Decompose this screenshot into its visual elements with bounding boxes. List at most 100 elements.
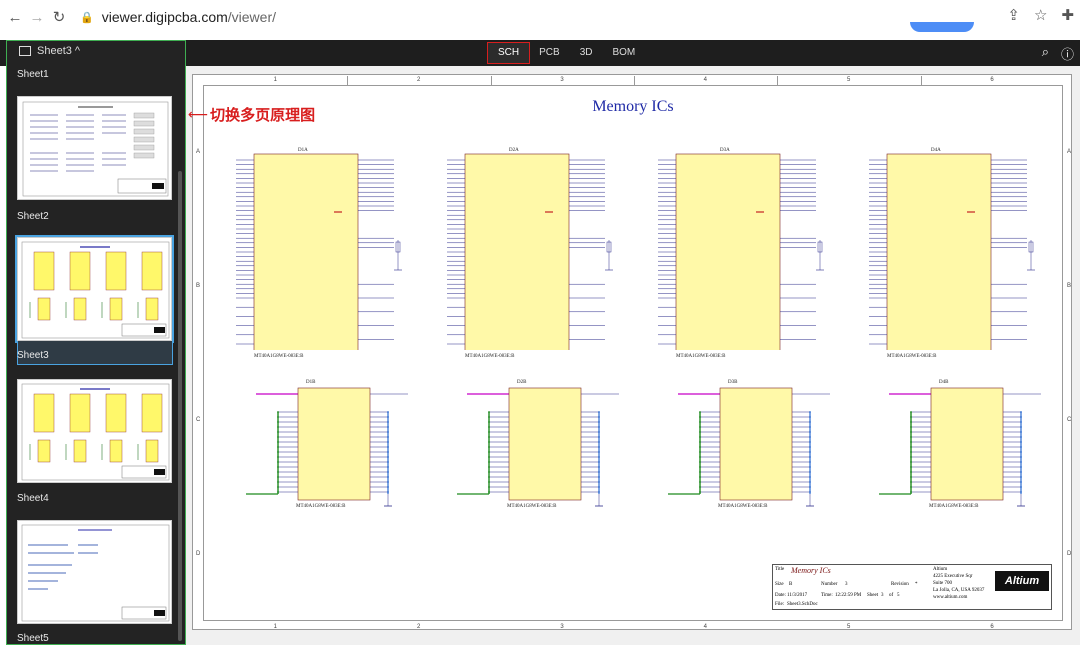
sheet-item-1-label[interactable]: Sheet1 <box>7 63 173 85</box>
browser-nav: ← → ↻ <box>4 6 70 28</box>
zone-right-A: A <box>1067 149 1072 155</box>
tab-sch[interactable]: SCH <box>486 42 531 64</box>
ic-part-number: MT40A1G8WE-083E:B <box>718 504 768 509</box>
ic-top-D3A[interactable] <box>640 130 840 350</box>
reload-icon[interactable]: ↻ <box>48 6 70 28</box>
sheet-value: 3 <box>881 593 884 598</box>
sheet-selector-button[interactable]: Sheet3 ^ <box>19 45 80 57</box>
of-value: 5 <box>897 593 900 598</box>
back-icon[interactable]: ← <box>4 6 26 28</box>
address-bar[interactable]: 🔒 viewer.digipcba.com/viewer/ <box>80 9 276 25</box>
viewer-actions: ⌕ ⓘ <box>1042 44 1074 63</box>
zone-left-B: B <box>196 283 201 289</box>
zone-tick <box>490 76 492 86</box>
ic-designator: D2A <box>509 148 519 153</box>
address-3: La Jolla, CA, USA 92037 <box>933 588 985 593</box>
zone-tick <box>634 76 635 86</box>
ic-part-number: MT40A1G8WE-083E:B <box>507 504 557 509</box>
zone-top-6: 6 <box>990 77 994 83</box>
title-block: Title Memory ICs Size B Number 3 Revisio… <box>772 564 1052 610</box>
ic-top-D2A[interactable] <box>429 130 629 350</box>
search-icon[interactable]: ⌕ <box>1042 44 1049 63</box>
sheet-title: Memory ICs <box>592 98 674 115</box>
sheet-thumbnail-4[interactable] <box>17 379 172 483</box>
ic-designator: D3A <box>720 148 730 153</box>
thumbnail-5-graphic <box>21 524 170 622</box>
ic-part-number: MT40A1G8WE-083E:B <box>465 354 515 359</box>
of-label: of <box>889 593 894 598</box>
zone-right-D: D <box>1067 551 1072 557</box>
sheet-list-panel: Sheet3 ^ Sheet1 Sheet2 Sheet3 Sheet4 She… <box>6 40 186 645</box>
title-label: Title <box>775 567 785 572</box>
sheet-item-3-label[interactable]: Sheet3 <box>7 344 173 366</box>
ic-designator: D4A <box>931 148 941 153</box>
tab-3d[interactable]: 3D <box>570 43 603 63</box>
ic-designator: D3B <box>728 380 738 385</box>
forward-icon[interactable]: → <box>26 6 48 28</box>
tab-bom[interactable]: BOM <box>602 43 645 63</box>
zone-tick <box>347 76 349 86</box>
zone-tick <box>920 76 922 86</box>
zone-bottom-6: 6 <box>990 624 994 630</box>
altium-logo: Altium <box>995 571 1049 591</box>
view-tabs: SCH PCB 3D BOM <box>486 42 645 64</box>
profile-pill[interactable] <box>910 22 974 32</box>
lock-icon: 🔒 <box>80 11 94 24</box>
sheet-thumbnail-5[interactable] <box>17 520 172 624</box>
sheet-thumbnail-3[interactable] <box>15 235 174 343</box>
zone-bottom-3: 3 <box>560 624 564 630</box>
thumbnail-3-graphic <box>21 241 170 339</box>
revision-label: Revision <box>891 582 909 587</box>
zone-top-1: 1 <box>273 77 277 83</box>
sheet-icon <box>19 46 31 56</box>
address-1: 4225 Executive Sqr <box>933 574 973 579</box>
ic-bottom-D1B[interactable] <box>238 382 438 522</box>
zone-right-B: B <box>1067 283 1072 289</box>
ic-designator: D1B <box>306 380 316 385</box>
zone-bottom-1: 1 <box>273 624 277 630</box>
date-value: 11/3/2017 <box>787 593 808 598</box>
browser-actions: ⇪ ☆ ✚ <box>1007 6 1074 24</box>
sheet-thumbnail-2[interactable] <box>17 96 172 200</box>
share-icon[interactable]: ⇪ <box>1007 6 1020 24</box>
sheet-item-5-label[interactable]: Sheet5 <box>7 627 173 644</box>
size-value: B <box>789 582 793 587</box>
file-value: Sheet3.SchDoc <box>787 602 818 607</box>
tab-pcb[interactable]: PCB <box>529 43 570 63</box>
zone-top-2: 2 <box>417 77 421 83</box>
sidebar-scrollbar[interactable] <box>178 171 182 641</box>
time-value: 12:22:59 PM <box>835 593 862 598</box>
zone-top-5: 5 <box>847 77 851 83</box>
address-2: Suite 700 <box>933 581 953 586</box>
sheet-item-2-label[interactable]: Sheet2 <box>7 205 173 227</box>
ic-bottom-D4B[interactable] <box>871 382 1071 522</box>
size-label: Size <box>775 582 784 587</box>
ic-designator: D2B <box>517 380 527 385</box>
ic-top-D4A[interactable] <box>851 130 1051 350</box>
ic-bottom-D3B[interactable] <box>660 382 860 522</box>
ic-designator: D4B <box>939 380 949 385</box>
thumbnail-4-graphic <box>21 383 170 481</box>
sheet-item-4-label[interactable]: Sheet4 <box>7 487 173 509</box>
annotation-text: 切换多页原理图 <box>210 106 316 124</box>
thumbnail-2-graphic <box>22 101 169 197</box>
url-path: /viewer/ <box>227 9 276 25</box>
ic-designator: D1A <box>298 148 308 153</box>
ic-part-number: MT40A1G8WE-083E:B <box>676 354 726 359</box>
file-label: File: <box>775 602 785 607</box>
time-label: Time: <box>821 593 833 598</box>
extensions-icon[interactable]: ✚ <box>1061 6 1074 24</box>
zone-left-A: A <box>196 149 201 155</box>
revision-value: * <box>915 582 918 587</box>
bookmark-star-icon[interactable]: ☆ <box>1034 6 1047 24</box>
schematic-canvas[interactable]: Memory ICs 112233445566AABBCCDD D1A MT40A… <box>186 66 1080 645</box>
current-sheet-label: Sheet3 ^ <box>37 45 81 57</box>
ic-bottom-D2B[interactable] <box>449 382 649 522</box>
sheet-label: Sheet <box>867 593 879 598</box>
zone-bottom-4: 4 <box>703 624 707 630</box>
ic-part-number: MT40A1G8WE-083E:B <box>296 504 346 509</box>
browser-toolbar: ← → ↻ 🔒 viewer.digipcba.com/viewer/ ⇪ ☆ … <box>0 0 1080 34</box>
ic-top-D1A[interactable] <box>218 130 418 350</box>
title-value: Memory ICs <box>791 566 831 575</box>
info-icon[interactable]: ⓘ <box>1061 44 1074 63</box>
